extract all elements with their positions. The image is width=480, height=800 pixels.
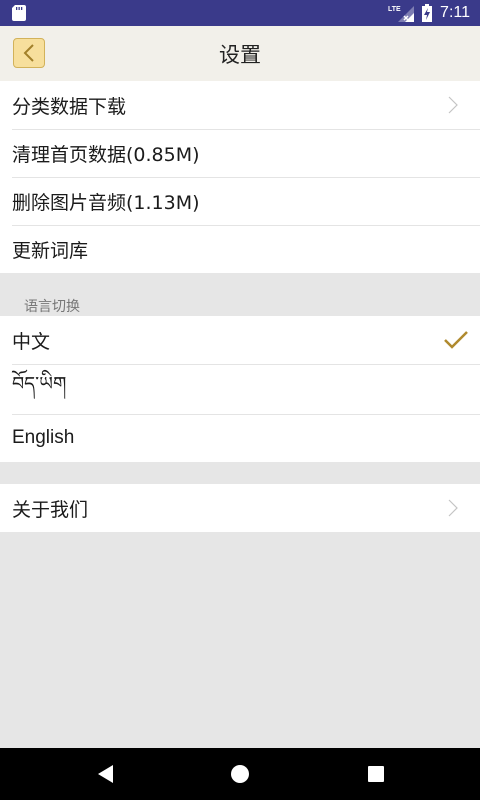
page-title: 设置 — [219, 42, 261, 67]
list-item-label: 删除图片音频(1.13M) — [12, 191, 200, 214]
about-us-item[interactable]: 关于我们 — [0, 484, 480, 532]
language-option-english[interactable]: English — [0, 414, 480, 462]
language-option-chinese[interactable]: 中文 — [0, 316, 480, 364]
back-button[interactable] — [13, 38, 45, 68]
status-icons: LTE 7:11 — [388, 4, 470, 22]
download-category-data-item[interactable]: 分类数据下载 — [0, 81, 480, 129]
update-dictionary-item[interactable]: 更新词库 — [0, 225, 480, 273]
clear-home-data-item[interactable]: 清理首页数据(0.85M) — [0, 129, 480, 177]
home-circle-icon[interactable] — [229, 762, 251, 786]
language-section-header: 语言切换 — [24, 299, 80, 315]
list-item-label: བོད་ཡིག — [12, 373, 67, 395]
language-option-tibetan[interactable]: བོད་ཡིག — [0, 364, 480, 414]
chevron-right-icon — [448, 499, 458, 517]
chevron-right-icon — [448, 96, 458, 114]
toolbar: 设置 — [0, 26, 480, 81]
recents-square-icon[interactable] — [366, 762, 386, 786]
data-settings-group: 分类数据下载 清理首页数据(0.85M) 删除图片音频(1.13M) 更新词库 — [0, 81, 480, 273]
delete-media-item[interactable]: 删除图片音频(1.13M) — [0, 177, 480, 225]
checkmark-icon — [444, 331, 468, 349]
list-item-label: 关于我们 — [12, 498, 89, 521]
status-bar: LTE 7:11 — [0, 0, 480, 26]
battery-charging-icon — [422, 4, 433, 22]
status-time: 7:11 — [440, 4, 470, 21]
list-item-label: 分类数据下载 — [12, 95, 127, 118]
about-group: 关于我们 — [0, 484, 480, 532]
list-item-label: 清理首页数据(0.85M) — [12, 143, 200, 166]
system-nav-bar — [0, 748, 480, 800]
language-group: 中文 བོད་ཡིག English — [0, 316, 480, 462]
chevron-left-icon — [23, 44, 34, 62]
svg-text:LTE: LTE — [388, 6, 401, 13]
list-item-label: 更新词库 — [12, 239, 89, 262]
back-triangle-icon[interactable] — [95, 762, 115, 786]
sd-card-icon — [12, 5, 26, 21]
lte-signal-icon: LTE — [388, 6, 415, 22]
list-item-label: 中文 — [12, 330, 51, 353]
list-item-label: English — [12, 427, 75, 448]
